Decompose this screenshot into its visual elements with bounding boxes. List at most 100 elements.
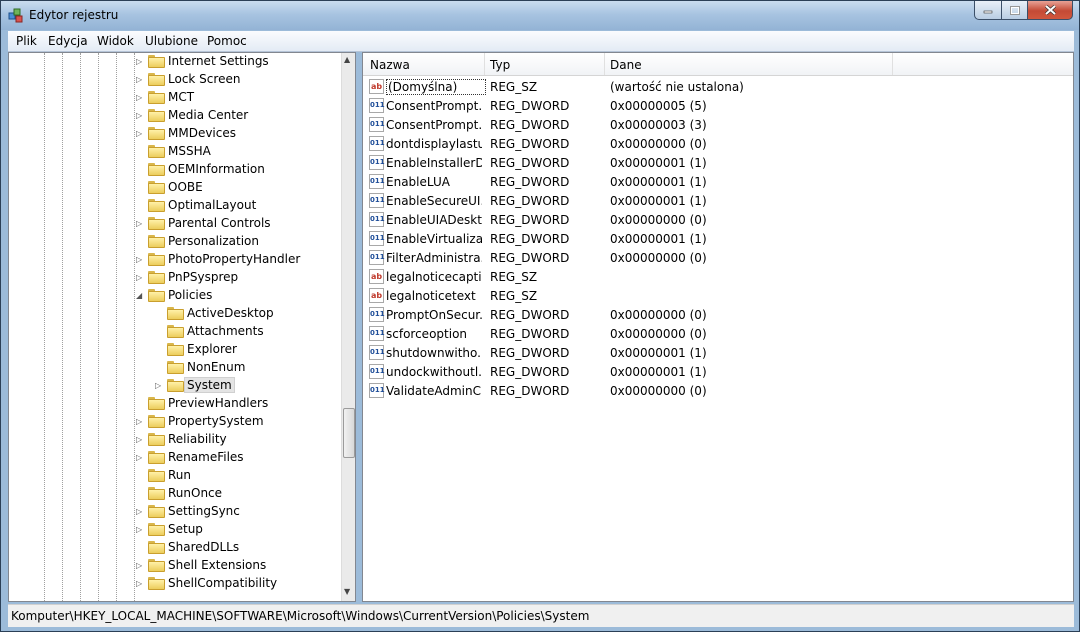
tree-item[interactable]: ▷ Media Center xyxy=(9,107,339,125)
expand-arrow-icon[interactable]: ▷ xyxy=(136,256,142,264)
column-data-header[interactable]: Dane xyxy=(610,58,642,72)
value-row[interactable]: 011 ConsentPrompt... REG_DWORD 0x00000003 (… xyxy=(363,116,1073,135)
expand-arrow-icon[interactable]: ▷ xyxy=(136,580,142,588)
expand-arrow-icon[interactable]: ▷ xyxy=(136,112,142,120)
menu-pomoc[interactable]: Pomoc xyxy=(207,34,247,48)
tree-item[interactable]: Explorer xyxy=(9,341,339,359)
folder-icon xyxy=(148,181,165,194)
maximize-button[interactable] xyxy=(1002,1,1028,20)
expand-arrow-icon[interactable]: ▷ xyxy=(136,58,142,66)
tree-item[interactable]: OOBE xyxy=(9,179,339,197)
tree-item[interactable]: ▷ Shell Extensions xyxy=(9,557,339,575)
tree-item[interactable]: ◢ Policies xyxy=(9,287,339,305)
folder-icon xyxy=(148,217,165,230)
title-bar[interactable]: Edytor rejestru xyxy=(1,1,1079,30)
value-row[interactable]: 011 undockwithoutl... REG_DWORD 0x00000001 … xyxy=(363,363,1073,382)
value-row[interactable]: 011 FilterAdministra... REG_DWORD 0x0000000… xyxy=(363,249,1073,268)
tree-scrollbar[interactable]: ▲ ▼ xyxy=(341,53,355,601)
tree-item[interactable]: ▷ MMDevices xyxy=(9,125,339,143)
menu-ulubione[interactable]: Ulubione xyxy=(145,34,198,48)
value-row[interactable]: 011EnableVirtualizat... REG_DWORD 0x000000… xyxy=(363,230,1073,249)
menu-widok[interactable]: Widok xyxy=(97,34,134,48)
value-type: REG_DWORD xyxy=(490,175,570,189)
value-row[interactable]: 011EnableInstallerD... REG_DWORD 0x0000000… xyxy=(363,154,1073,173)
folder-icon xyxy=(148,523,165,536)
tree-item[interactable]: ▷ Internet Settings xyxy=(9,53,339,71)
value-row[interactable]: 011 ValidateAdminC... REG_DWORD 0x00000000 … xyxy=(363,382,1073,401)
expand-arrow-icon[interactable]: ▷ xyxy=(136,130,142,138)
tree-item[interactable]: ▷ PnPSysprep xyxy=(9,269,339,287)
expand-arrow-icon[interactable]: ▷ xyxy=(155,382,161,390)
column-type-header[interactable]: Typ xyxy=(490,58,510,72)
tree-item[interactable]: ▷ RenameFiles xyxy=(9,449,339,467)
expand-arrow-icon[interactable]: ▷ xyxy=(136,274,142,282)
tree-item[interactable]: NonEnum xyxy=(9,359,339,377)
tree-item[interactable]: SharedDLLs xyxy=(9,539,339,557)
value-name: ConsentPrompt... xyxy=(386,118,482,132)
value-row[interactable]: 011 scforceoption REG_DWORD 0x00000000 (0) xyxy=(363,325,1073,344)
scroll-thumb[interactable] xyxy=(343,408,355,458)
tree-item[interactable]: ▷ MCT xyxy=(9,89,339,107)
tree-item[interactable]: ▷ Setup xyxy=(9,521,339,539)
tree-item-label: PreviewHandlers xyxy=(168,396,269,410)
tree-item[interactable]: Attachments xyxy=(9,323,339,341)
tree-item-label: Parental Controls xyxy=(168,216,271,230)
tree-item[interactable]: ActiveDesktop xyxy=(9,305,339,323)
tree-item[interactable]: Run xyxy=(9,467,339,485)
folder-icon xyxy=(167,325,184,338)
column-separator[interactable] xyxy=(604,53,605,75)
expand-arrow-icon[interactable]: ▷ xyxy=(136,76,142,84)
expand-arrow-icon[interactable]: ▷ xyxy=(136,454,142,462)
dword-value-icon: 011 xyxy=(369,98,385,113)
value-type: REG_DWORD xyxy=(490,194,570,208)
menu-plik[interactable]: Plik xyxy=(16,34,37,48)
tree-item[interactable]: ▷ PhotoPropertyHandler xyxy=(9,251,339,269)
tree-item[interactable]: PreviewHandlers xyxy=(9,395,339,413)
tree-item[interactable]: ▷ Lock Screen xyxy=(9,71,339,89)
value-row[interactable]: 011dontdisplaylastu... REG_DWORD 0x0000000… xyxy=(363,135,1073,154)
column-name-header[interactable]: Nazwa xyxy=(370,58,410,72)
collapse-arrow-icon[interactable]: ◢ xyxy=(136,292,142,300)
minimize-button[interactable] xyxy=(974,1,1002,20)
menu-edycja[interactable]: Edycja xyxy=(48,34,88,48)
tree-item[interactable]: ▷ ShellCompatibility xyxy=(9,575,339,593)
value-row[interactable]: 011 shutdownwitho... REG_DWORD 0x00000001 (… xyxy=(363,344,1073,363)
tree-item[interactable]: ▷ System xyxy=(9,377,339,395)
tree-item[interactable]: OptimalLayout xyxy=(9,197,339,215)
column-separator[interactable] xyxy=(484,53,485,75)
value-row[interactable]: 011 PromptOnSecur... REG_DWORD 0x00000000 (… xyxy=(363,306,1073,325)
value-row[interactable]: ab legalnoticetext REG_SZ xyxy=(363,287,1073,306)
value-data: 0x00000001 (1) xyxy=(610,175,707,189)
expand-arrow-icon[interactable]: ▷ xyxy=(136,562,142,570)
tree-item[interactable]: ▷ Reliability xyxy=(9,431,339,449)
close-button[interactable] xyxy=(1028,1,1073,20)
values-list-pane[interactable]: Nazwa Typ Dane ab (Domyślna) REG_SZ (wartoś… xyxy=(362,52,1074,602)
tree-item[interactable]: MSSHA xyxy=(9,143,339,161)
expand-arrow-icon[interactable]: ▷ xyxy=(136,526,142,534)
dword-value-icon: 011 xyxy=(369,136,385,151)
tree-item[interactable]: RunOnce xyxy=(9,485,339,503)
value-row[interactable]: 011 EnableLUA REG_DWORD 0x00000001 (1) xyxy=(363,173,1073,192)
value-row[interactable]: ablegalnoticecapti... REG_SZ xyxy=(363,268,1073,287)
expand-arrow-icon[interactable]: ▷ xyxy=(136,508,142,516)
tree-item[interactable]: ▷ PropertySystem xyxy=(9,413,339,431)
value-row[interactable]: 011 EnableSecureUI... REG_DWORD 0x00000001 … xyxy=(363,192,1073,211)
value-row[interactable]: 011EnableUIADeskt... REG_DWORD 0x00000000 … xyxy=(363,211,1073,230)
folder-icon xyxy=(148,73,165,86)
expand-arrow-icon[interactable]: ▷ xyxy=(136,418,142,426)
expand-arrow-icon[interactable]: ▷ xyxy=(136,436,142,444)
column-separator[interactable] xyxy=(892,53,893,75)
scroll-down-icon[interactable]: ▼ xyxy=(344,587,350,596)
close-icon xyxy=(1044,5,1056,15)
value-row[interactable]: 011 ConsentPrompt... REG_DWORD 0x00000005 (… xyxy=(363,97,1073,116)
value-name: EnableSecureUI... xyxy=(386,194,482,208)
key-tree-pane[interactable]: ▷ Internet Settings ▷ Lock Screen ▷ MCT ▷ Media… xyxy=(8,52,356,602)
tree-item[interactable]: Personalization xyxy=(9,233,339,251)
scroll-up-icon[interactable]: ▲ xyxy=(344,55,350,64)
expand-arrow-icon[interactable]: ▷ xyxy=(136,220,142,228)
tree-item[interactable]: ▷ SettingSync xyxy=(9,503,339,521)
value-row[interactable]: ab (Domyślna) REG_SZ (wartość nie ustalona) xyxy=(363,78,1073,97)
tree-item[interactable]: OEMInformation xyxy=(9,161,339,179)
expand-arrow-icon[interactable]: ▷ xyxy=(136,94,142,102)
tree-item[interactable]: ▷ Parental Controls xyxy=(9,215,339,233)
